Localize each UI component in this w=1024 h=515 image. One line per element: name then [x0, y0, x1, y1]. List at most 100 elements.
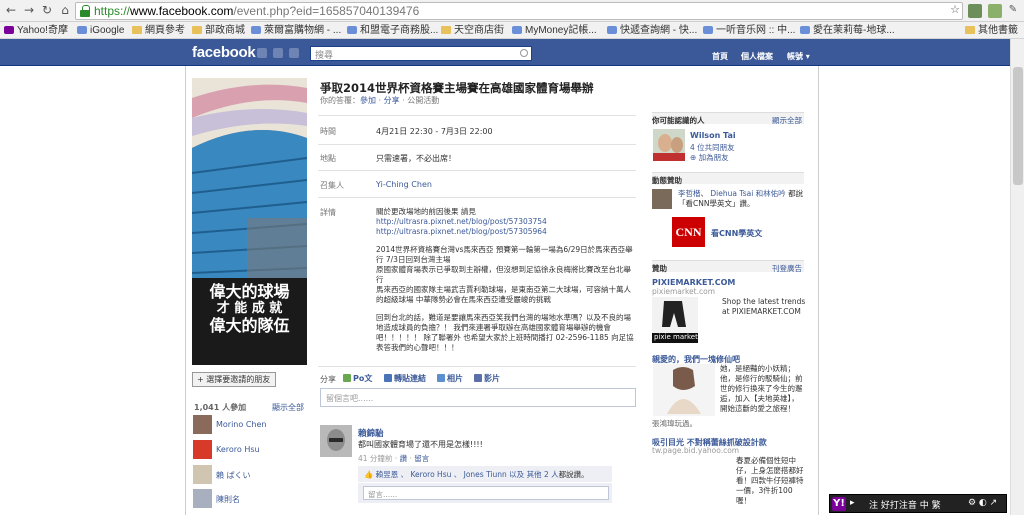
- post-author[interactable]: 賴錦駘: [358, 427, 384, 439]
- organizer-link[interactable]: Yi-Ching Chen: [376, 180, 432, 189]
- avatar[interactable]: [320, 425, 352, 457]
- avatar: [193, 465, 212, 484]
- ad-image[interactable]: [653, 364, 715, 416]
- attendee-name[interactable]: Keroro Hsu: [216, 445, 260, 454]
- comment-input[interactable]: 留言......: [363, 486, 609, 500]
- bookmark-folder[interactable]: 部政商城: [192, 24, 245, 37]
- folder-icon: [965, 26, 975, 34]
- bookmark[interactable]: 快遞查詢網 - 快...: [607, 24, 697, 37]
- nav-profile[interactable]: 個人檔案: [741, 51, 773, 62]
- nav-home[interactable]: 首頁: [712, 51, 728, 62]
- browser-toolbar: ← → ↻ ⌂ https://www.facebook.com/event.p…: [0, 0, 1024, 22]
- invite-friends-button[interactable]: + 選擇要邀請的朋友: [192, 372, 276, 387]
- wrench-icon[interactable]: ✎: [1006, 3, 1020, 17]
- attendee-item[interactable]: Morino Chen: [193, 415, 303, 434]
- friend-requests-icon[interactable]: [257, 48, 267, 58]
- ime-mode-icon[interactable]: ▸: [850, 498, 855, 508]
- ime-toolbar[interactable]: Y! ▸ 注 好打注音 中 繁 ⚙ ◐ ↗: [829, 494, 1007, 513]
- post-status-button[interactable]: Po文: [343, 373, 372, 384]
- ad-url: pixiemarket.com: [652, 287, 715, 296]
- rsvp-join-link[interactable]: 參加: [360, 96, 376, 105]
- pymk-name[interactable]: Wilson Tai: [690, 131, 736, 140]
- likes-summary: 👍 賴昱恩 、 Keroro Hsu 、 Jones Tiunn 以及 其他 2…: [358, 466, 612, 482]
- attending-count[interactable]: 1,041 人參加: [194, 402, 246, 413]
- post-photo-button[interactable]: 相片: [437, 373, 463, 384]
- bookmarks-bar: Yahoo!奇摩 iGoogle 網頁參考 部政商城 萊爾富購物網 - ... …: [0, 22, 1024, 39]
- comment-link[interactable]: 留言: [414, 454, 429, 463]
- attendee-name[interactable]: 賴 ぱくい: [216, 470, 251, 481]
- search-icon[interactable]: [520, 49, 528, 57]
- show-all-attendees-link[interactable]: 顯示全部: [272, 402, 304, 413]
- post-link-button[interactable]: 轉貼連結: [384, 373, 426, 384]
- event-details: 關於更改場地的前因後果 請見 http://ultrasra.pixnet.ne…: [376, 207, 634, 352]
- home-icon[interactable]: ⌂: [58, 3, 72, 17]
- attendee-name[interactable]: 陳則名: [216, 494, 240, 505]
- ad-photo: [653, 364, 715, 416]
- bookmark-folder[interactable]: 其他書籤: [965, 24, 1018, 37]
- back-icon[interactable]: ←: [4, 3, 18, 17]
- bookmark[interactable]: iGoogle: [77, 24, 124, 37]
- folder-icon: [441, 26, 451, 34]
- add-friend-button[interactable]: ⊕ 加為朋友: [690, 152, 729, 163]
- facebook-header: facebook 搜尋 首頁 個人檔案 帳號 ▾: [0, 39, 1024, 66]
- notifications-icon[interactable]: [289, 48, 299, 58]
- avatar[interactable]: [652, 189, 672, 209]
- post-input[interactable]: 留個言吧......: [320, 388, 636, 407]
- scrollbar[interactable]: [1010, 39, 1024, 515]
- google-icon: [77, 26, 87, 34]
- bookmark-folder[interactable]: 天空商店街: [441, 24, 504, 37]
- cnn-logo[interactable]: CNN: [672, 217, 705, 247]
- ad-title[interactable]: PIXIEMARKET.COM: [652, 278, 735, 287]
- messages-icon[interactable]: [273, 48, 283, 58]
- extension-icon[interactable]: [988, 4, 1002, 18]
- video-icon: [474, 374, 482, 382]
- attendee-item[interactable]: 陳則名: [193, 489, 303, 508]
- attendee-item[interactable]: Keroro Hsu: [193, 440, 303, 459]
- create-ad-link[interactable]: 刊登廣告: [772, 263, 802, 274]
- bookmark-icon: [800, 26, 810, 34]
- nav-account[interactable]: 帳號 ▾: [787, 51, 810, 62]
- bookmark[interactable]: 一听音乐网 :: 中...: [703, 24, 795, 37]
- attendee-item[interactable]: 賴 ぱくい: [193, 465, 303, 484]
- facebook-logo[interactable]: facebook: [192, 44, 256, 61]
- pymk-show-all-link[interactable]: 顯示全部: [772, 115, 802, 126]
- time-value: 4月21日 22:30 - 7月3日 22:00: [376, 127, 493, 136]
- ime-settings-icon[interactable]: ⚙ ◐ ↗: [968, 498, 997, 508]
- event-photo[interactable]: 偉大的球場 才 能 成 就 偉大的隊伍: [192, 78, 307, 365]
- avatar[interactable]: [653, 129, 685, 161]
- bookmark[interactable]: Yahoo!奇摩: [4, 24, 68, 37]
- details-link[interactable]: http://ultrasra.pixnet.net/blog/post/573…: [376, 217, 547, 226]
- details-label: 詳情: [320, 208, 336, 217]
- event-title: 爭取2014世界杯資格賽主場賽在高雄國家體育場舉辦: [320, 81, 594, 95]
- ime-status[interactable]: 注 好打注音 中 繁: [869, 498, 941, 511]
- scroll-thumb[interactable]: [1013, 67, 1023, 185]
- like-link[interactable]: 讚: [400, 454, 408, 463]
- bookmark[interactable]: MyMoney記帳...: [512, 24, 597, 37]
- bookmark[interactable]: 萊爾富購物網 - ...: [251, 24, 341, 37]
- star-icon[interactable]: ☆: [948, 3, 962, 17]
- divider: [318, 170, 636, 171]
- address-bar[interactable]: https://www.facebook.com/event.php?eid=1…: [75, 2, 963, 20]
- attendee-name[interactable]: Morino Chen: [216, 420, 266, 429]
- share-link[interactable]: 分享: [384, 96, 400, 105]
- details-link[interactable]: http://ultrasra.pixnet.net/blog/post/573…: [376, 227, 547, 236]
- ads-header: 贊助 刊登廣告: [652, 260, 804, 274]
- extension-icon[interactable]: [968, 4, 982, 18]
- lock-icon: [80, 5, 90, 17]
- divider: [318, 366, 636, 367]
- post-meta: 41 分鐘前 · 讚 · 留言: [358, 454, 430, 463]
- ad-image[interactable]: pixie market: [652, 297, 698, 343]
- reload-icon[interactable]: ↻: [40, 3, 54, 17]
- time-label: 時間: [320, 127, 336, 136]
- search-input[interactable]: 搜尋: [310, 46, 532, 61]
- ad-text: 她，是絕豔的小妖精；他，是修行的駁騎仙；前世的修行換來了今生的邂逅，加入【夫地英…: [720, 364, 803, 413]
- bookmark[interactable]: 和盟電子商務股...: [347, 24, 438, 37]
- bookmark[interactable]: 愛在茉莉莓-地球...: [800, 24, 895, 37]
- avatar: [193, 415, 212, 434]
- bookmark-folder[interactable]: 網頁參考: [132, 24, 185, 37]
- post-video-button[interactable]: 影片: [474, 373, 500, 384]
- yahoo-ime-icon[interactable]: Y!: [832, 497, 846, 511]
- cnn-page-link[interactable]: 看CNN學英文: [711, 228, 762, 239]
- rsvp-line: 你的答覆：參加 · 分享 · 公開活動: [320, 96, 440, 105]
- forward-icon[interactable]: →: [22, 3, 36, 17]
